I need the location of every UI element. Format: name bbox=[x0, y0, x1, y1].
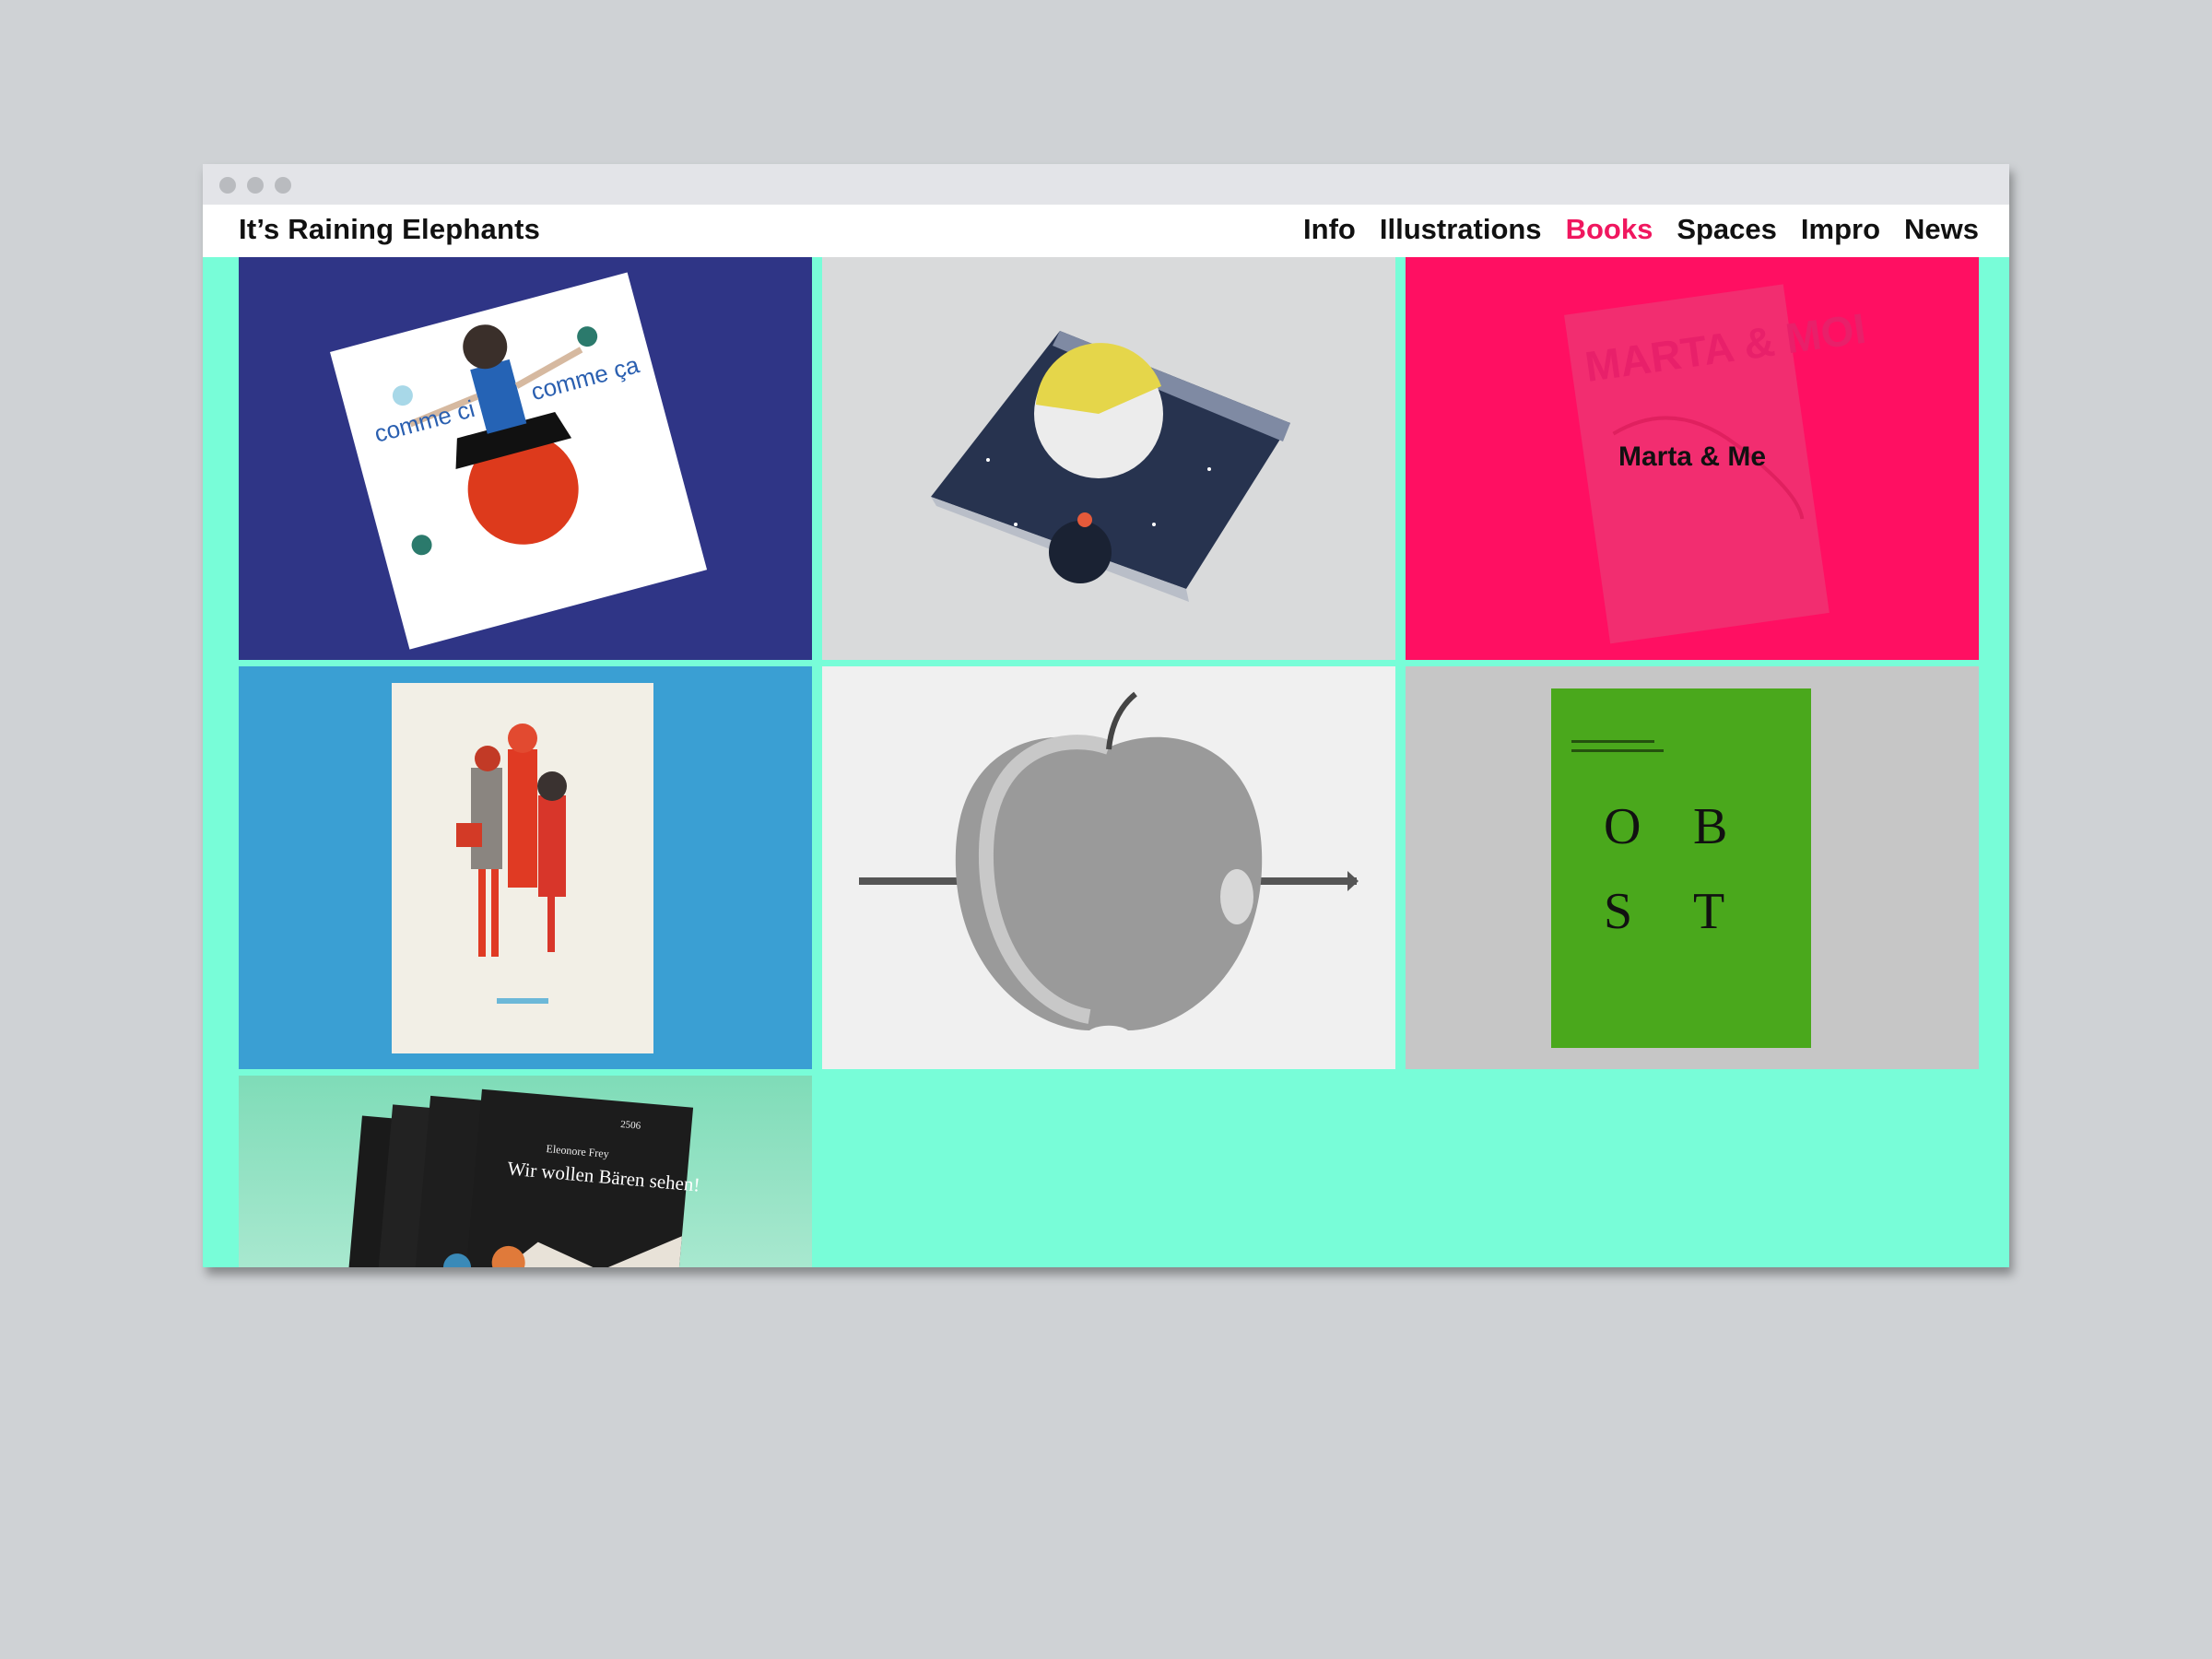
book-cover-image: O B S T bbox=[1406, 666, 1979, 1069]
book-tile-marta-and-me[interactable]: MARTA & MOI Marta & Me bbox=[1406, 257, 1979, 660]
book-tile-figures[interactable] bbox=[239, 666, 812, 1069]
nav-impro[interactable]: Impro bbox=[1801, 213, 1880, 246]
nav-info[interactable]: Info bbox=[1303, 213, 1356, 246]
book-cover-image bbox=[822, 257, 1395, 660]
book-cover-image: 2506 Eleonore Frey Wir wollen Bären sehe… bbox=[239, 1076, 812, 1267]
nav-news[interactable]: News bbox=[1904, 213, 1979, 246]
nav-books[interactable]: Books bbox=[1566, 213, 1653, 246]
book-tile-apple[interactable] bbox=[822, 666, 1395, 1069]
window-maximize-dot[interactable] bbox=[275, 177, 291, 194]
cover-letter-t: T bbox=[1693, 883, 1724, 940]
window-titlebar bbox=[203, 164, 2009, 205]
book-cover-image bbox=[822, 666, 1395, 1069]
book-tile-obst[interactable]: O B S T bbox=[1406, 666, 1979, 1069]
book-cover-image: comme ci comme ça bbox=[239, 257, 812, 660]
site-header: It’s Raining Elephants Info Illustration… bbox=[203, 205, 2009, 257]
site-title[interactable]: It’s Raining Elephants bbox=[239, 213, 540, 246]
cover-number: 2506 bbox=[620, 1119, 641, 1132]
window-close-dot[interactable] bbox=[219, 177, 236, 194]
book-hover-label: Marta & Me bbox=[1618, 441, 1767, 472]
cover-letter-o: O bbox=[1604, 798, 1641, 855]
nav-spaces[interactable]: Spaces bbox=[1677, 213, 1777, 246]
nav-illustrations[interactable]: Illustrations bbox=[1380, 213, 1542, 246]
browser-window: It’s Raining Elephants Info Illustration… bbox=[203, 164, 2009, 1267]
cover-letter-s: S bbox=[1604, 883, 1632, 940]
book-tile-comme-ci-comme-ca[interactable]: comme ci comme ça bbox=[239, 257, 812, 660]
cover-letter-b: B bbox=[1693, 798, 1727, 855]
book-cover-image bbox=[239, 666, 812, 1069]
book-tile-popup[interactable] bbox=[822, 257, 1395, 660]
window-minimize-dot[interactable] bbox=[247, 177, 264, 194]
book-tile-wir-wollen-baren-sehen[interactable]: 2506 Eleonore Frey Wir wollen Bären sehe… bbox=[239, 1076, 812, 1267]
main-nav: Info Illustrations Books Spaces Impro Ne… bbox=[1303, 213, 1979, 246]
